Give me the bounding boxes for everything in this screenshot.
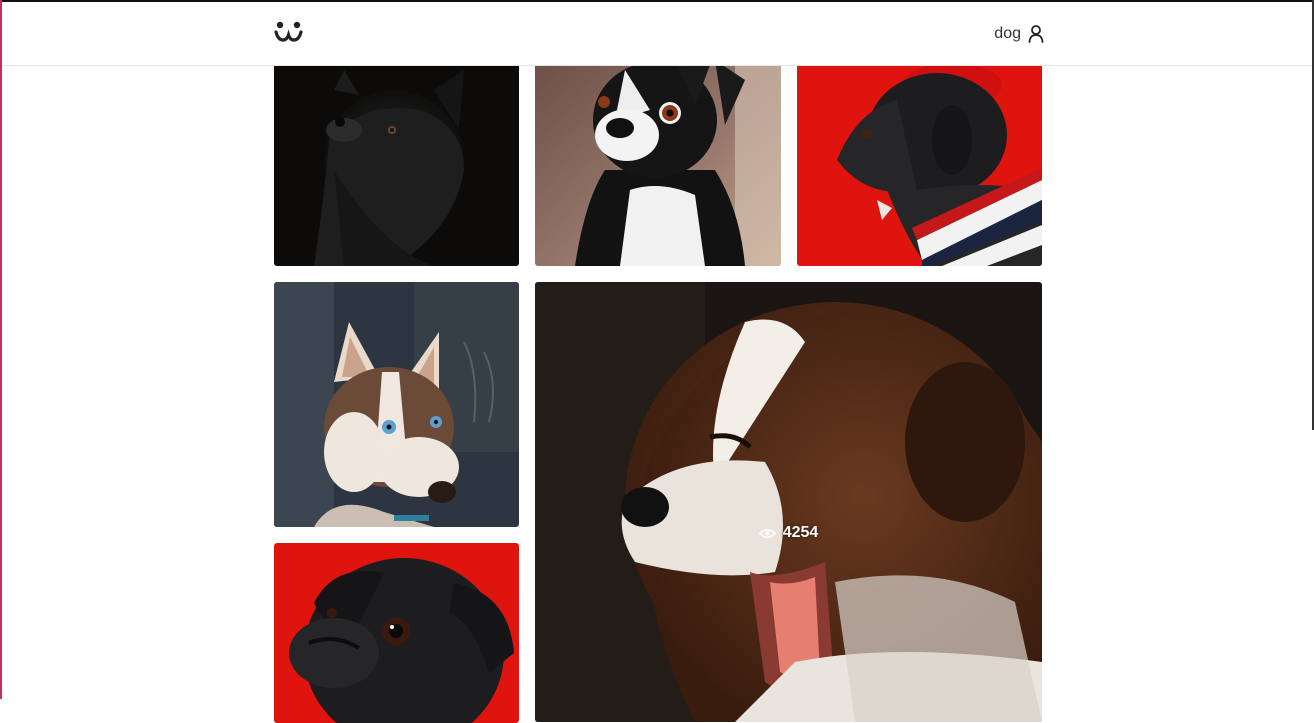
photo-tile-pug-beret[interactable] bbox=[797, 50, 1042, 266]
photo-tile-yawning-puppy[interactable]: 4254 bbox=[535, 282, 1042, 722]
eye-icon bbox=[758, 528, 776, 539]
husky-photo bbox=[274, 282, 519, 527]
user-icon bbox=[1028, 25, 1044, 43]
view-count-value: 4254 bbox=[782, 524, 819, 541]
photo-tile-boston-terrier[interactable] bbox=[535, 50, 781, 266]
photo-tile-black-dog[interactable] bbox=[274, 50, 519, 266]
username-label: dog bbox=[994, 25, 1021, 42]
top-nav: dog bbox=[0, 0, 1314, 66]
pug-red-photo bbox=[274, 543, 519, 723]
user-menu[interactable]: dog bbox=[994, 22, 1044, 46]
black-dog-photo bbox=[274, 50, 519, 266]
view-count: 4254 bbox=[535, 524, 1042, 542]
photo-tile-pug-red[interactable] bbox=[274, 543, 519, 723]
yawning-puppy-photo bbox=[535, 282, 1042, 722]
pug-beret-photo bbox=[797, 50, 1042, 266]
photo-tile-husky[interactable] bbox=[274, 282, 519, 527]
paw-smiley-logo-icon[interactable] bbox=[274, 20, 304, 46]
boston-terrier-photo bbox=[535, 50, 781, 266]
window-edge-left bbox=[0, 0, 2, 699]
